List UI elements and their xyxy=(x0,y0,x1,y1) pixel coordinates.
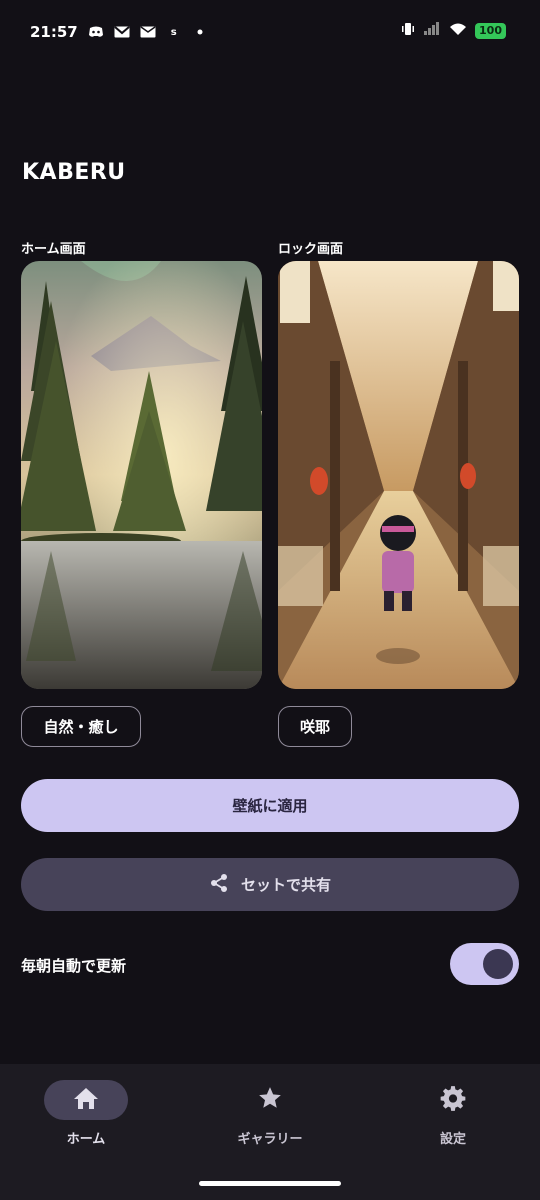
nav-settings-label: 設定 xyxy=(439,1132,466,1147)
nav-settings-pill xyxy=(411,1080,495,1120)
app-title: KABERU xyxy=(22,160,126,185)
nav-home-label: ホーム xyxy=(66,1132,106,1147)
vibrate-icon xyxy=(401,22,415,40)
apply-wallpaper-label: 壁紙に適用 xyxy=(232,797,308,815)
share-icon xyxy=(209,873,229,897)
home-wallpaper-preview[interactable] xyxy=(21,261,262,689)
discord-icon xyxy=(88,25,104,39)
share-set-button[interactable]: セットで共有 xyxy=(21,858,519,911)
lock-category-chip[interactable]: 咲耶 xyxy=(278,706,352,747)
nav-gallery-pill xyxy=(228,1080,312,1120)
status-right: 100 xyxy=(401,22,506,40)
signal-icon xyxy=(423,22,441,40)
nav-item-gallery[interactable]: ギャラリー xyxy=(210,1080,330,1170)
lock-preview-label: ロック画面 xyxy=(278,242,344,257)
gmail-icon xyxy=(114,25,130,39)
auto-update-toggle[interactable] xyxy=(450,943,519,985)
status-left: 21:57 s xyxy=(30,23,208,41)
bottom-navigation: ホーム ギャラリー 設定 xyxy=(0,1064,540,1200)
toggle-knob xyxy=(483,949,513,979)
star-icon xyxy=(257,1085,283,1115)
home-icon xyxy=(73,1086,99,1114)
nav-item-settings[interactable]: 設定 xyxy=(393,1080,513,1170)
dot-icon xyxy=(192,25,208,39)
home-preview-label: ホーム画面 xyxy=(21,242,86,257)
home-category-chip[interactable]: 自然・癒し xyxy=(21,706,141,747)
forest-lake-image xyxy=(21,261,262,689)
share-set-label: セットで共有 xyxy=(240,876,331,894)
nav-gallery-label: ギャラリー xyxy=(237,1132,303,1147)
lock-wallpaper-preview[interactable] xyxy=(278,261,519,689)
status-bar: 21:57 s 100 xyxy=(0,0,540,64)
nav-home-pill xyxy=(44,1080,128,1120)
wifi-icon xyxy=(449,22,467,40)
home-indicator xyxy=(199,1181,341,1186)
battery-icon: 100 xyxy=(475,23,506,39)
mail-icon xyxy=(140,25,156,39)
nav-item-home[interactable]: ホーム xyxy=(26,1080,146,1170)
shopping-arcade-image xyxy=(278,261,519,689)
status-time: 21:57 xyxy=(30,23,78,41)
apply-wallpaper-button[interactable]: 壁紙に適用 xyxy=(21,779,519,832)
gear-icon xyxy=(440,1085,466,1115)
auto-update-label: 毎朝自動で更新 xyxy=(21,957,127,975)
s-app-icon: s xyxy=(170,26,177,38)
